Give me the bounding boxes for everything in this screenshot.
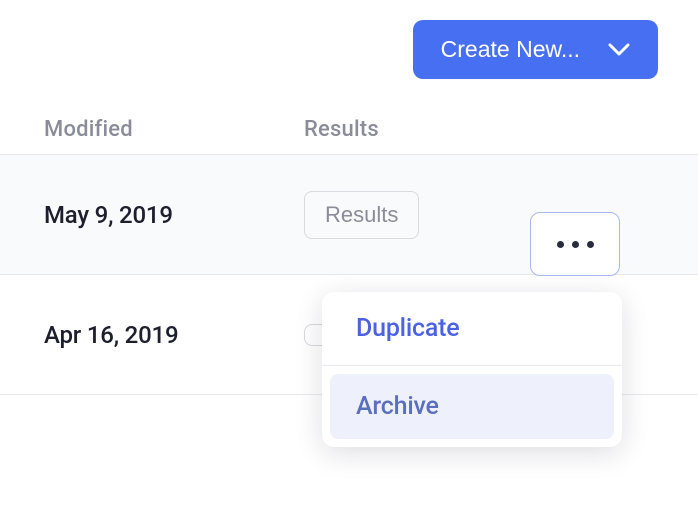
cell-results: Results — [304, 191, 698, 239]
dot-icon — [587, 241, 594, 248]
column-header-modified: Modified — [44, 117, 304, 142]
chevron-down-icon — [608, 43, 630, 57]
table-header: Modified Results — [0, 99, 698, 155]
dot-icon — [572, 241, 579, 248]
dot-icon — [557, 241, 564, 248]
more-options-button[interactable] — [530, 212, 620, 276]
column-header-results: Results — [304, 117, 698, 142]
cell-modified: May 9, 2019 — [44, 201, 304, 229]
create-new-label: Create New... — [441, 36, 580, 63]
dropdown-divider — [322, 365, 622, 366]
header-area: Create New... — [0, 0, 698, 99]
more-options-dropdown: Duplicate Archive — [322, 292, 622, 447]
create-new-button[interactable]: Create New... — [413, 20, 658, 79]
dropdown-item-archive[interactable]: Archive — [330, 374, 614, 439]
results-button[interactable]: Results — [304, 191, 419, 239]
dropdown-item-duplicate[interactable]: Duplicate — [322, 292, 622, 365]
cell-modified: Apr 16, 2019 — [44, 321, 304, 349]
